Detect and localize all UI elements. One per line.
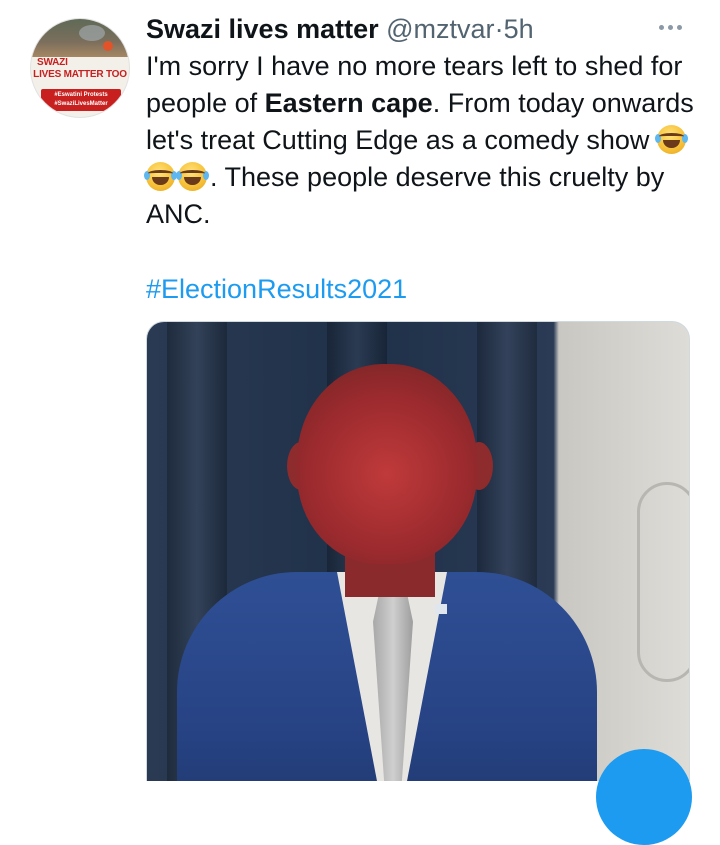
avatar-photo: [31, 19, 129, 57]
more-dots-icon: [658, 24, 664, 30]
fire-shape: [103, 41, 113, 51]
avatar-text-line2: LIVES MATTER TOO: [33, 69, 127, 80]
tweet-media[interactable]: [146, 321, 690, 781]
avatar-banner-line1: #Eswatini Protests: [54, 92, 108, 98]
head-shape: [297, 364, 477, 564]
avatar-banner-line2: #SwaziLivesMatter: [54, 101, 108, 107]
more-dots-icon: [676, 24, 682, 30]
tears-of-joy-emoji: [654, 125, 688, 154]
wall-crest: [637, 482, 689, 682]
display-name[interactable]: Swazi lives matter: [146, 14, 379, 44]
hashtag-link[interactable]: #ElectionResults2021: [146, 271, 407, 308]
tweet-header: Swazi lives matter @mztvar·5h: [146, 10, 534, 48]
smoke-shape: [79, 25, 105, 41]
timestamp[interactable]: 5h: [504, 14, 534, 44]
tweet-text-bold: Eastern cape: [264, 88, 433, 118]
user-handle[interactable]: @mztvar: [386, 14, 494, 44]
avatar-text-line1: SWAZI: [37, 57, 68, 68]
tears-of-joy-emoji: [176, 162, 209, 191]
lapel-pin: [435, 604, 447, 614]
avatar[interactable]: SWAZI LIVES MATTER TOO #Eswatini Protest…: [30, 18, 130, 118]
avatar-banner: #Eswatini Protests #SwaziLivesMatter: [41, 89, 121, 111]
more-dots-icon: [667, 24, 673, 30]
separator-dot: ·: [494, 14, 504, 44]
tweet-text: I'm sorry I have no more tears left to s…: [144, 48, 706, 233]
tears-of-joy-emoji: [144, 162, 177, 191]
tweet-text-part3: . These people deserve this cruelty by A…: [146, 162, 665, 229]
compose-fab[interactable]: [596, 749, 692, 845]
more-options-button[interactable]: [650, 12, 690, 42]
